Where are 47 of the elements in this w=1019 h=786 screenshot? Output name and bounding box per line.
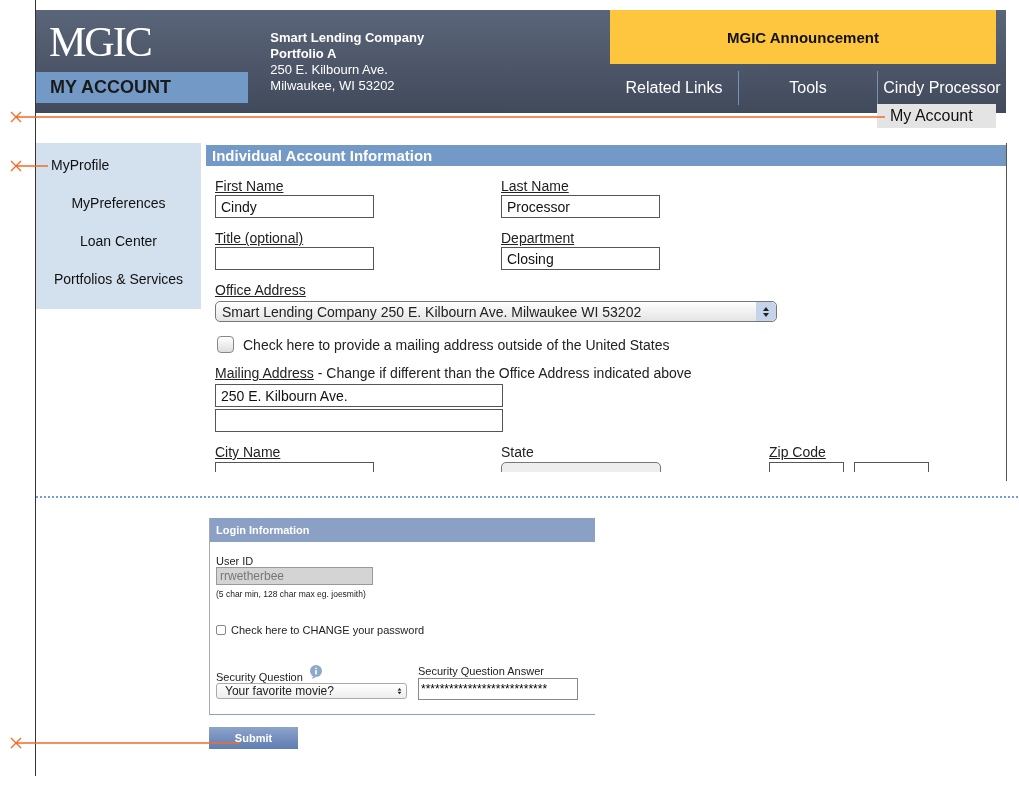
sidebar-item[interactable]: Loan Center: [36, 233, 201, 271]
announcement-banner[interactable]: MGIC Announcement: [610, 10, 996, 64]
annotation-marker: [10, 160, 48, 172]
field-label: Security Question Answer: [418, 665, 545, 677]
checkbox-label: Check here to CHANGE your password: [231, 624, 425, 636]
nav-link[interactable]: Tools: [739, 72, 877, 104]
office-address-select[interactable]: Smart Lending Company 250 E. Kilbourn Ave. Milwaukee WI 53202: [215, 301, 777, 322]
company-info: 250 E. Kilbourn Ave.: [270, 62, 389, 78]
text-field[interactable]: [215, 409, 503, 432]
text-field[interactable]: [215, 247, 374, 270]
nav-link[interactable]: Cindy Processor: [878, 72, 1006, 104]
menu-item[interactable]: My Account: [877, 104, 996, 128]
field-label: Mailing Address: [215, 365, 314, 381]
field-label: Department: [501, 230, 575, 246]
panel-header: Login Information: [210, 518, 595, 542]
text-field[interactable]: Processor: [501, 195, 660, 218]
field-label: State: [501, 444, 534, 460]
checkbox-label: Check here to provide a mailing address outside of the United States: [243, 336, 670, 353]
field-label: Security Question: [216, 671, 303, 683]
select-arrows-icon: [762, 305, 770, 318]
field-label: City Name: [215, 444, 281, 460]
text-field[interactable]: 250 E. Kilbourn Ave.: [215, 384, 503, 407]
company-info: Smart Lending Company: [270, 30, 426, 46]
text-field[interactable]: Cindy: [215, 195, 374, 218]
password-field[interactable]: ***************************: [418, 678, 578, 700]
field-label: First Name: [215, 178, 284, 194]
company-info: Milwaukee, WI 53202: [270, 78, 396, 94]
sidebar-item[interactable]: Portfolios & Services: [36, 271, 201, 309]
section-title: MY ACCOUNT: [36, 72, 249, 103]
sidebar-item[interactable]: MyPreferences: [36, 195, 201, 233]
field-label: Title (optional): [215, 230, 304, 246]
nav-link[interactable]: Related Links: [610, 72, 738, 104]
field-label: Office Address: [215, 282, 306, 298]
security-question-select[interactable]: Your favorite movie?: [216, 683, 407, 699]
sidebar-item[interactable]: MyProfile: [36, 157, 201, 195]
field-label: User ID: [216, 555, 255, 567]
select-arrows-icon: [397, 687, 402, 695]
company-info: Portfolio A: [270, 46, 338, 62]
section-header: Individual Account Information: [206, 145, 1006, 166]
checkbox[interactable]: [217, 336, 234, 353]
checkbox[interactable]: [216, 625, 226, 635]
field-label: Last Name: [501, 178, 569, 194]
field-label: Zip Code: [769, 444, 826, 460]
logo: MGIC: [48, 18, 152, 67]
hint-text: (5 char min, 128 char max eg. joesmith): [216, 589, 367, 599]
text-field[interactable]: Closing: [501, 247, 660, 270]
field-note: - Change if different than the Office Address indicated above: [316, 365, 692, 381]
